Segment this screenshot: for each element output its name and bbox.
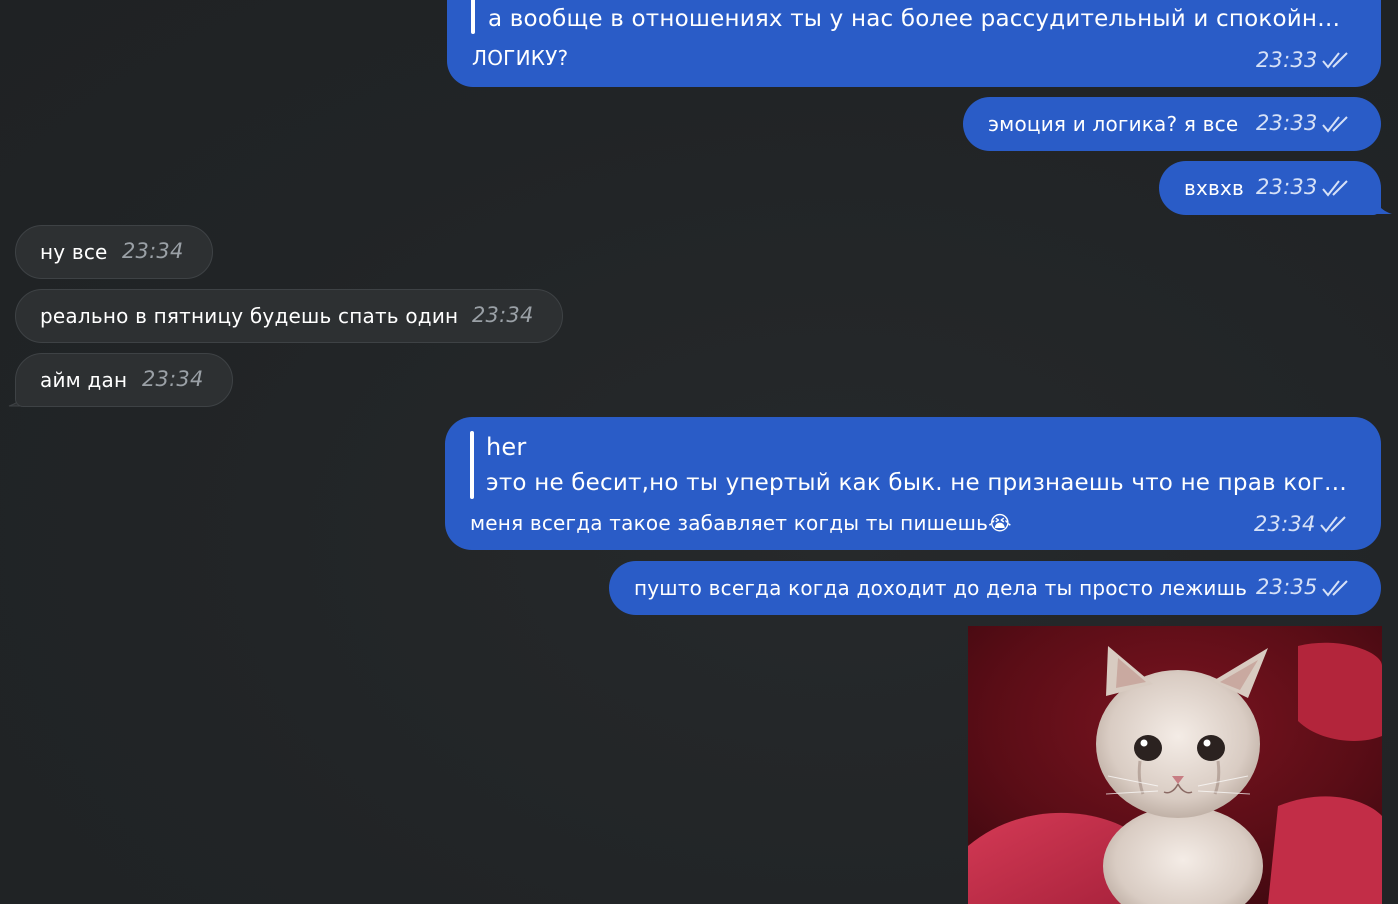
double-check-icon (1322, 580, 1348, 597)
reply-quote-text[interactable]: а вообще в отношениях ты у нас более рас… (488, 6, 1358, 32)
message-time: 23:33 (1256, 175, 1318, 199)
message-bubble-outgoing[interactable]: пушто всегда когда доходит до дела ты пр… (609, 561, 1381, 615)
message-text: ЛОГИКУ? (472, 46, 569, 70)
message-time: 23:33 (1256, 111, 1318, 135)
message-text: ну все (40, 240, 108, 264)
message-bubble-outgoing[interactable]: эмоция и логика? я все 23:33 (963, 97, 1381, 151)
message-time: 23:35 (1256, 575, 1318, 599)
message-text: вхвхв (1184, 176, 1245, 200)
reply-quote-bar (471, 0, 475, 34)
message-time: 23:34 (122, 239, 184, 263)
kitten-illustration (968, 626, 1382, 904)
message-text-content: меня всегда такое забавляет когды ты пиш… (470, 511, 989, 535)
message-text: эмоция и логика? я все (988, 112, 1239, 136)
double-check-icon (1322, 180, 1348, 197)
message-bubble-incoming[interactable]: ну все 23:34 (15, 225, 213, 279)
kitten-photo[interactable] (968, 626, 1382, 904)
message-time: 23:33 (1256, 48, 1318, 72)
double-check-icon (1320, 516, 1346, 533)
message-time: 23:34 (472, 303, 534, 327)
reply-quote-bar (470, 431, 474, 499)
message-text: пушто всегда когда доходит до дела ты пр… (634, 576, 1248, 600)
double-check-icon (1322, 116, 1348, 133)
message-time: 23:34 (142, 367, 204, 391)
message-bubble-outgoing[interactable]: her это не бесит,но ты упертый как бык. … (445, 417, 1381, 550)
reply-quote-text[interactable]: это не бесит,но ты упертый как бык. не п… (486, 470, 1356, 496)
message-bubble-outgoing[interactable]: вхвхв 23:33 (1159, 161, 1381, 215)
message-bubble-incoming[interactable]: айм дан 23:34 (15, 353, 233, 407)
message-text: айм дан (40, 368, 128, 392)
message-bubble-outgoing[interactable]: а вообще в отношениях ты у нас более рас… (447, 0, 1381, 87)
chat-area: а вообще в отношениях ты у нас более рас… (0, 0, 1398, 904)
message-time: 23:34 (1254, 512, 1316, 536)
message-bubble-incoming[interactable]: реально в пятницу будешь спать один 23:3… (15, 289, 563, 343)
loudly-crying-emoji: 😭 (988, 511, 1012, 535)
double-check-icon (1322, 52, 1348, 69)
message-text: меня всегда такое забавляет когды ты пиш… (470, 511, 1012, 535)
reply-author[interactable]: her (486, 433, 526, 461)
message-text: реально в пятницу будешь спать один (40, 304, 459, 328)
bubble-tail (1372, 191, 1392, 214)
